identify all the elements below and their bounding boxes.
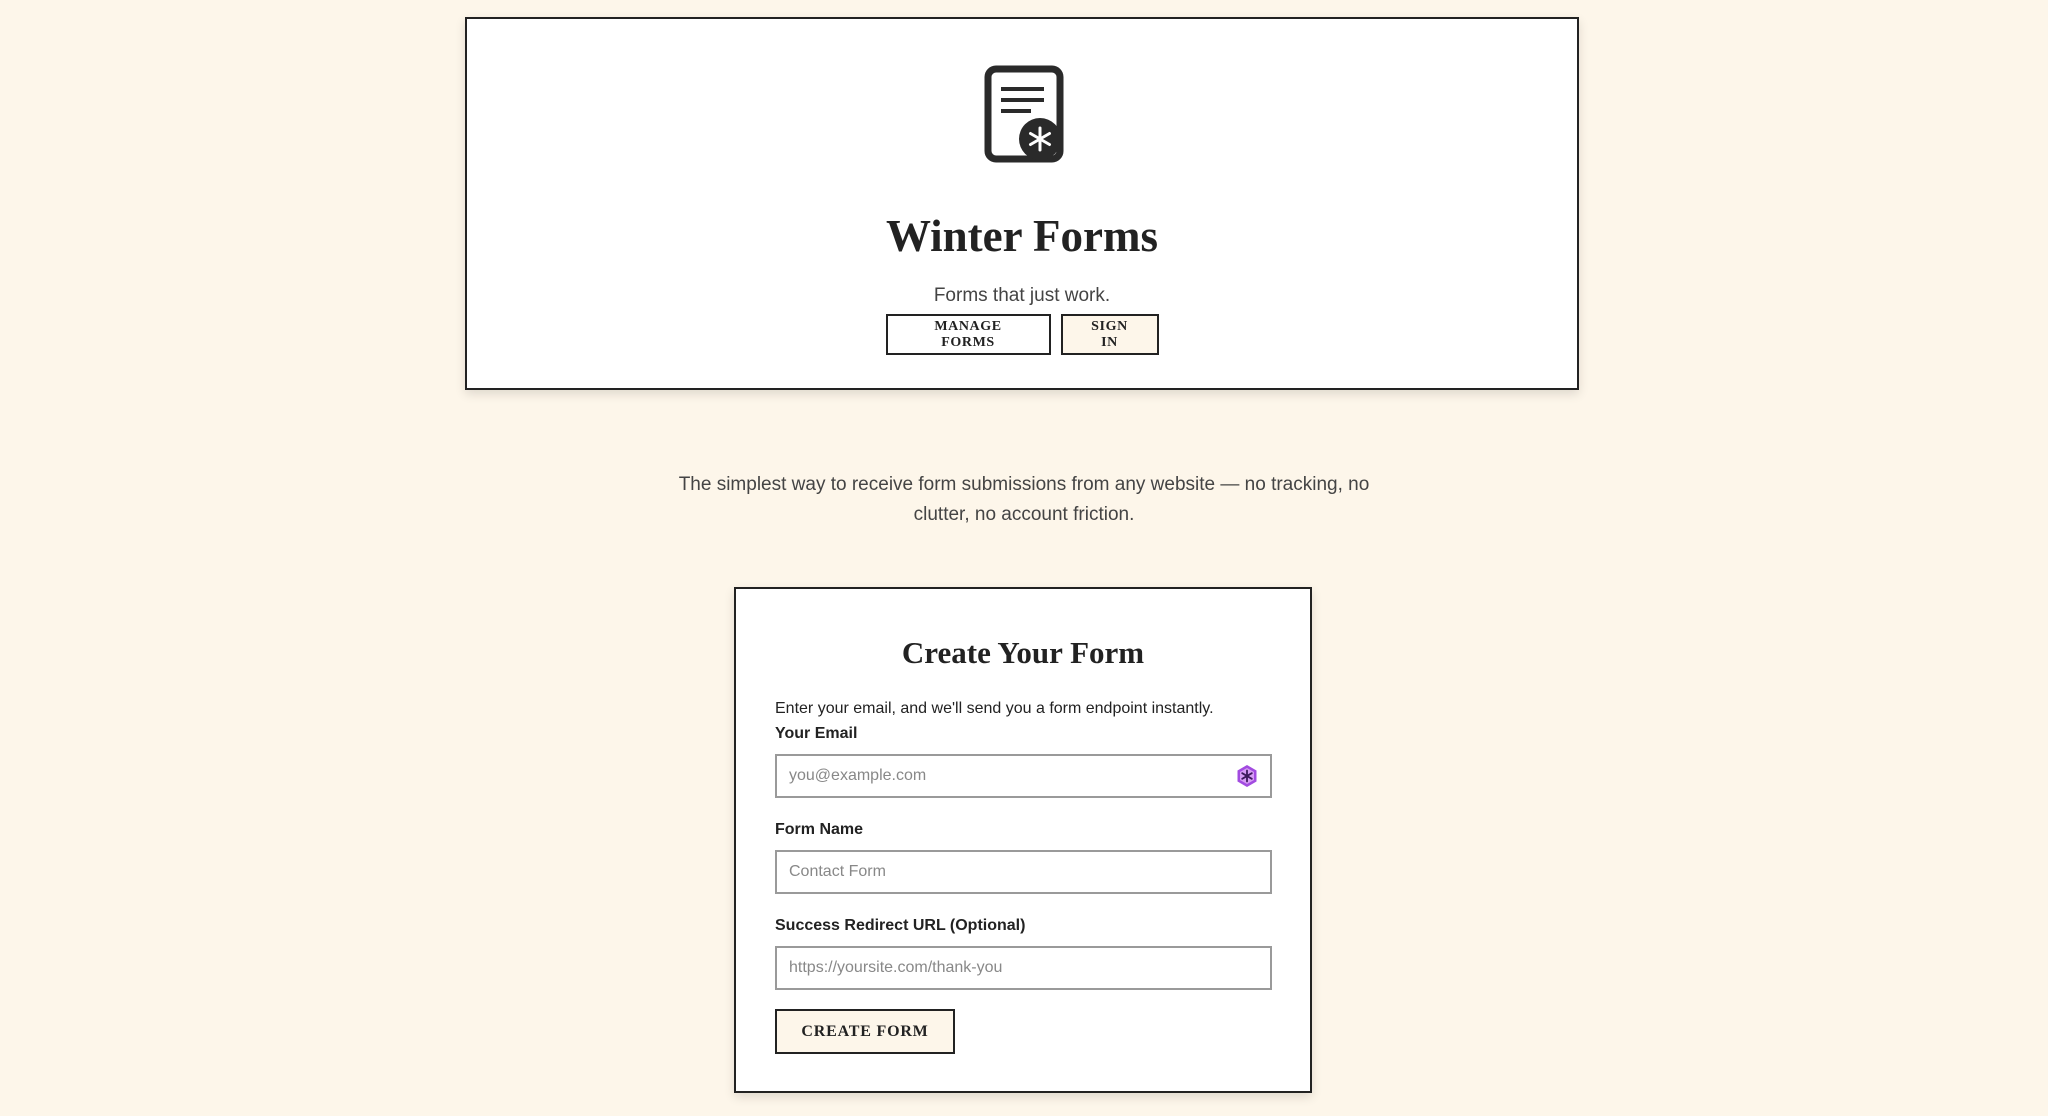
create-form-button[interactable]: CREATE FORM xyxy=(775,1009,955,1054)
sign-in-button[interactable]: SIGN IN xyxy=(1060,314,1159,355)
password-manager-extension-icon[interactable] xyxy=(1235,764,1259,788)
create-form-description: Enter your email, and we'll send you a f… xyxy=(775,700,1214,717)
hero-card: Winter Forms Forms that just work. MANAG… xyxy=(465,17,1579,390)
form-name-field[interactable] xyxy=(775,850,1272,894)
manage-forms-button[interactable]: MANAGE FORMS xyxy=(885,314,1051,355)
create-form-title: Create Your Form xyxy=(901,635,1145,670)
redirect-url-field-wrapper xyxy=(775,946,1272,990)
create-form-card: Create Your Form Enter your email, and w… xyxy=(734,587,1312,1093)
email-label: Your Email xyxy=(775,725,858,742)
redirect-url-label: Success Redirect URL (Optional) xyxy=(775,917,1026,934)
site-tagline: Forms that just work. xyxy=(933,285,1111,306)
form-name-label: Form Name xyxy=(775,821,864,838)
form-name-field-wrapper xyxy=(775,850,1272,894)
document-snowflake-icon xyxy=(984,65,1064,163)
redirect-url-field[interactable] xyxy=(775,946,1272,990)
site-title: Winter Forms xyxy=(885,211,1159,261)
email-field-wrapper xyxy=(775,754,1272,798)
hero-actions: MANAGE FORMS SIGN IN xyxy=(467,314,1577,355)
intro-text: The simplest way to receive form submiss… xyxy=(678,474,1370,525)
email-field[interactable] xyxy=(775,754,1272,798)
